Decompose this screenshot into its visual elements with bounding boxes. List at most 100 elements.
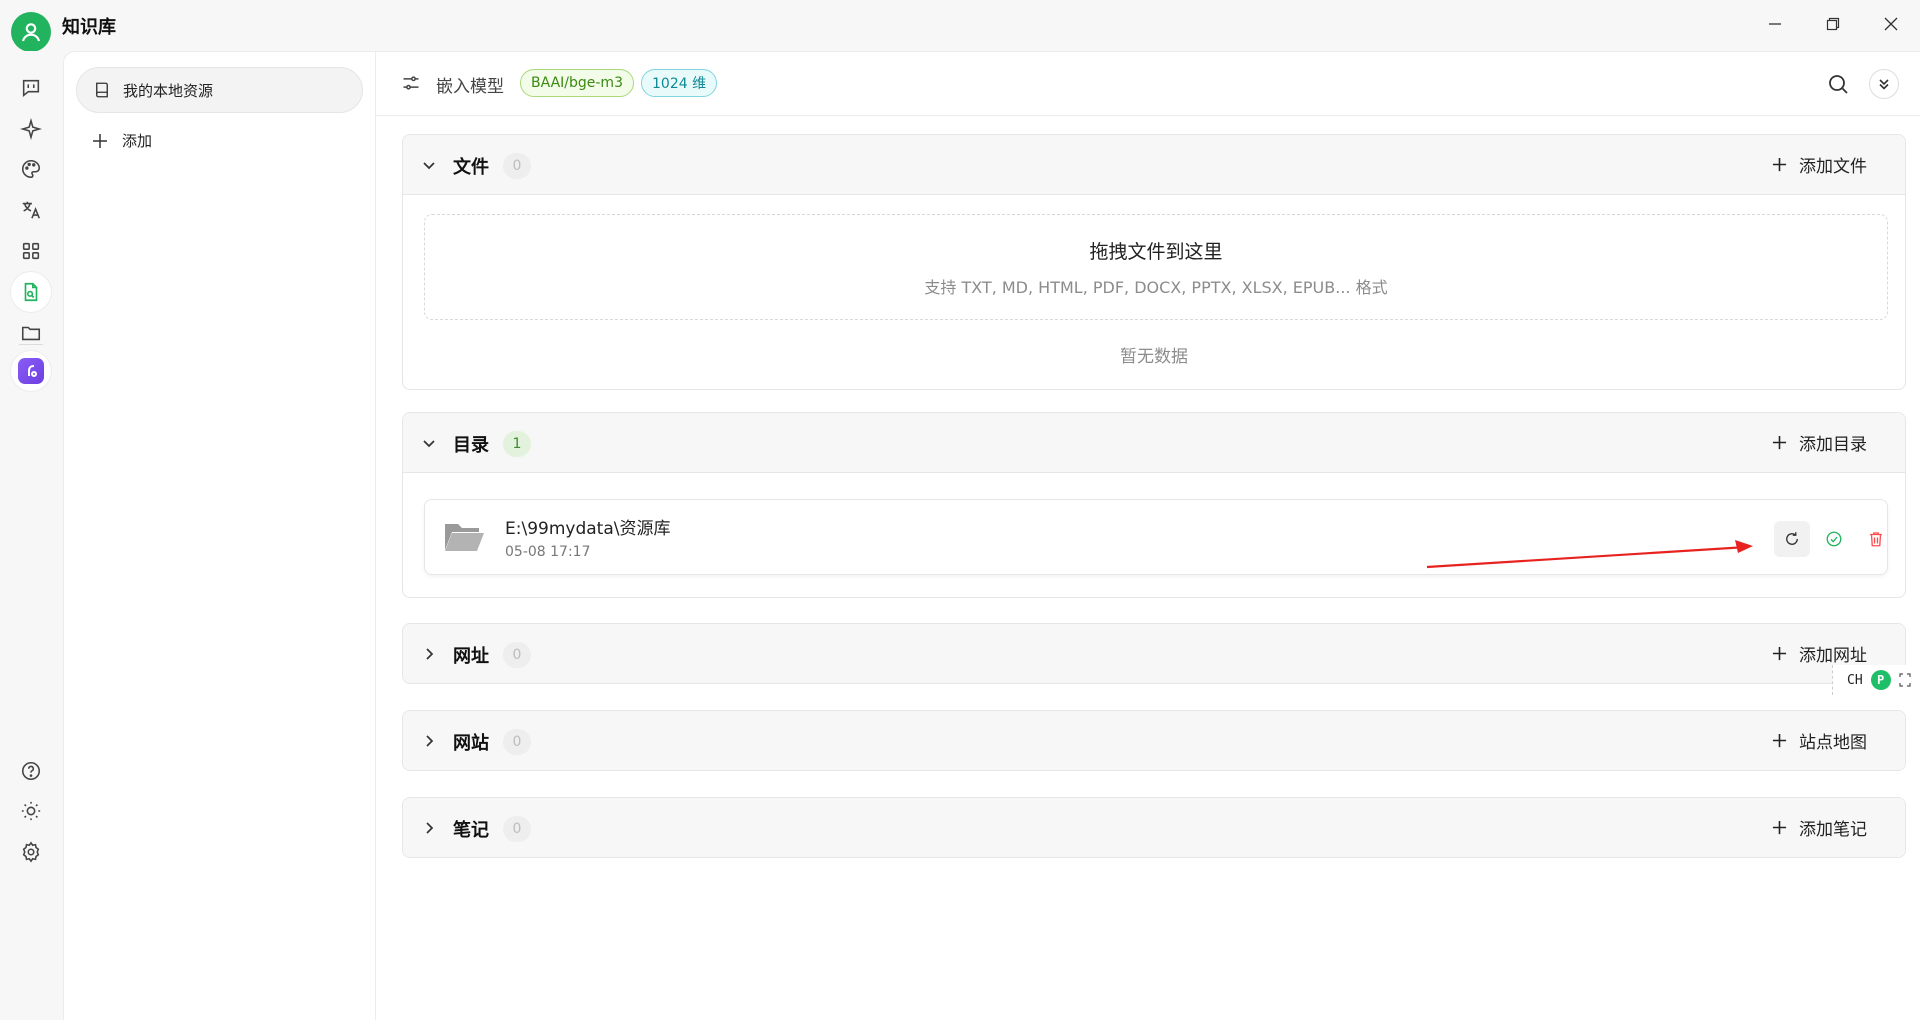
directories-section: 目录 1 添加目录 E:\99mydata\资源库 05-08 17:17 — [402, 412, 1906, 598]
sliders-icon[interactable] — [401, 73, 421, 93]
rail-translate-button[interactable] — [11, 190, 51, 230]
websites-section-header[interactable]: 网站 0 站点地图 — [403, 711, 1905, 770]
book-icon — [96, 82, 108, 98]
translate-icon — [22, 201, 40, 219]
rail-divider — [19, 344, 43, 345]
embed-model-label: 嵌入模型 — [436, 77, 504, 97]
websites-count-badge: 0 — [503, 729, 531, 755]
files-section-title: 文件 — [453, 157, 489, 178]
annotation-arrow-icon — [1426, 540, 1753, 569]
status-ok-button[interactable] — [1816, 521, 1852, 557]
urls-section-header[interactable]: 网址 0 添加网址 — [403, 624, 1905, 683]
add-url-button[interactable]: 添加网址 — [1772, 641, 1867, 666]
sitemap-label: 站点地图 — [1799, 733, 1867, 753]
sitemap-button[interactable]: 站点地图 — [1772, 728, 1867, 753]
files-section: 文件 0 添加文件 拖拽文件到这里 支持 TXT, MD, HTML, PDF,… — [402, 134, 1906, 390]
refresh-icon — [1786, 532, 1798, 545]
add-file-button[interactable]: 添加文件 — [1772, 152, 1867, 177]
plus-icon — [1772, 157, 1787, 172]
rail-miniapp-button[interactable] — [11, 351, 51, 391]
websites-section-title: 网站 — [453, 733, 489, 754]
rail-theme-button[interactable] — [11, 791, 51, 831]
ime-badge: P — [1870, 670, 1891, 690]
ime-language-label: CH — [1847, 672, 1863, 688]
chevron-down-icon — [423, 162, 435, 170]
rail-help-button[interactable] — [11, 751, 51, 791]
rail-settings-button[interactable] — [11, 832, 51, 872]
chevron-right-icon — [426, 735, 434, 747]
fullscreen-icon — [1899, 673, 1911, 687]
minimize-icon — [1769, 23, 1781, 25]
user-avatar[interactable] — [11, 12, 51, 52]
urls-count-badge: 0 — [503, 642, 531, 668]
gear-icon — [22, 841, 40, 863]
add-knowledge-base-button[interactable]: 添加 — [92, 130, 152, 151]
file-dropzone[interactable]: 拖拽文件到这里 支持 TXT, MD, HTML, PDF, DOCX, PPT… — [424, 214, 1888, 320]
dropzone-formats: 支持 TXT, MD, HTML, PDF, DOCX, PPTX, XLSX,… — [924, 278, 1388, 297]
help-icon — [21, 761, 41, 781]
trash-icon — [1870, 532, 1882, 547]
palette-icon — [22, 159, 41, 179]
add-directory-label: 添加目录 — [1799, 435, 1867, 455]
chevron-right-icon — [426, 648, 434, 660]
ime-widget[interactable]: CH P — [1832, 665, 1920, 695]
notes-count-badge: 0 — [503, 816, 531, 842]
dimension-tag: 1024 维 — [641, 69, 718, 97]
urls-section: 网址 0 添加网址 — [402, 623, 1906, 684]
plus-icon — [93, 133, 107, 148]
icon-rail — [0, 51, 63, 1020]
minimize-button[interactable] — [1746, 0, 1804, 48]
search-icon[interactable] — [1826, 72, 1850, 96]
delete-button[interactable] — [1858, 521, 1894, 557]
plus-icon — [1772, 646, 1787, 661]
files-empty-note: 暂无数据 — [1120, 347, 1188, 367]
notes-section: 笔记 0 添加笔记 — [402, 797, 1906, 858]
notes-section-title: 笔记 — [453, 820, 489, 841]
main-header: 嵌入模型 BAAI/bge-m3 1024 维 — [376, 52, 1920, 116]
files-count-badge: 0 — [503, 153, 531, 179]
directories-section-header[interactable]: 目录 1 添加目录 — [403, 413, 1905, 473]
check-circle-icon — [1826, 531, 1842, 547]
rail-chat-button[interactable] — [11, 68, 51, 108]
folder-open-icon — [445, 524, 484, 551]
window-controls — [1746, 0, 1920, 48]
close-button[interactable] — [1862, 0, 1920, 48]
restore-icon — [1826, 17, 1840, 31]
directory-path: E:\99mydata\资源库 — [505, 519, 671, 539]
add-directory-button[interactable]: 添加目录 — [1772, 430, 1867, 455]
chevron-down-icon — [423, 440, 435, 448]
app-title: 知识库 — [62, 17, 116, 38]
urls-section-title: 网址 — [453, 646, 489, 667]
sparkle-icon — [20, 118, 42, 140]
add-url-label: 添加网址 — [1799, 646, 1867, 666]
knowledge-base-item[interactable]: 我的本地资源 — [76, 67, 363, 113]
add-note-label: 添加笔记 — [1799, 820, 1867, 840]
model-tag: BAAI/bge-m3 — [520, 69, 634, 97]
double-chevron-down-icon — [1879, 79, 1889, 90]
rail-apps-button[interactable] — [11, 231, 51, 271]
title-bar: 知识库 — [0, 0, 1920, 52]
knowledge-base-panel: 我的本地资源 添加 — [63, 51, 376, 1020]
notes-section-header[interactable]: 笔记 0 添加笔记 — [403, 798, 1905, 857]
websites-section: 网站 0 站点地图 — [402, 710, 1906, 771]
plus-icon — [1772, 733, 1787, 748]
add-note-button[interactable]: 添加笔记 — [1772, 815, 1867, 840]
expand-collapse-button[interactable] — [1869, 69, 1899, 99]
rail-paint-button[interactable] — [11, 149, 51, 189]
dropzone-title: 拖拽文件到这里 — [1089, 241, 1223, 263]
file-search-icon — [24, 282, 38, 302]
restore-button[interactable] — [1804, 0, 1862, 48]
grid-icon — [22, 242, 40, 260]
files-section-header[interactable]: 文件 0 添加文件 — [403, 135, 1905, 195]
brightness-icon — [21, 801, 41, 821]
chat-icon — [22, 79, 40, 97]
knowledge-base-label: 我的本地资源 — [123, 81, 214, 100]
rail-files-button[interactable] — [11, 313, 51, 353]
folder-icon — [21, 326, 41, 341]
rail-knowledge-button[interactable] — [11, 272, 51, 312]
rail-assistant-button[interactable] — [11, 109, 51, 149]
close-icon — [1884, 17, 1898, 31]
refresh-button[interactable] — [1774, 521, 1810, 557]
plus-icon — [1772, 435, 1787, 450]
plus-icon — [1772, 820, 1787, 835]
